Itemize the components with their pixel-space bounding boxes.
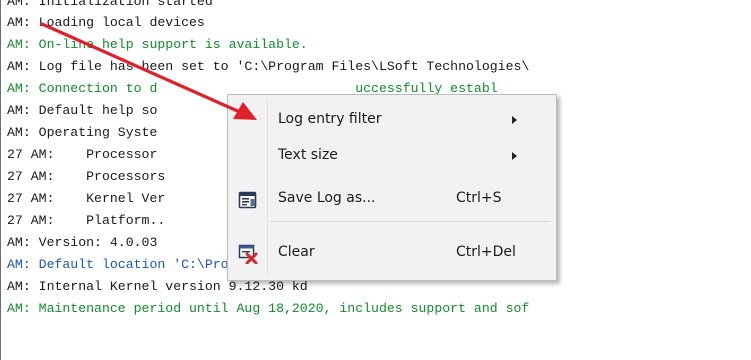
menu-item-label: Text size	[278, 147, 338, 163]
menu-item-text-size[interactable]: Text size	[230, 138, 554, 175]
menu-item-shortcut: Ctrl+Del	[456, 244, 516, 260]
log-line: AM: Maintenance period until Aug 18,2020…	[7, 301, 530, 316]
menu-separator	[270, 221, 550, 222]
menu-item-label: Save Log as...	[278, 190, 376, 206]
menu-item-clear[interactable]: Clear Ctrl+Del	[230, 235, 554, 272]
log-line: AM: Log file has been set to 'C:\Program…	[7, 59, 530, 74]
menu-item-label: Clear	[278, 244, 315, 260]
menu-item-label: Log entry filter	[278, 111, 382, 127]
log-context-menu: Log entry filter Text size Save Log as..…	[227, 94, 557, 281]
log-line: AM: Version: 4.0.03	[7, 235, 158, 250]
log-line: AM: On-line help support is available.	[7, 37, 308, 52]
save-log-icon	[238, 190, 258, 210]
submenu-arrow-icon	[512, 116, 517, 124]
submenu-arrow-icon	[512, 152, 517, 160]
menu-item-log-entry-filter[interactable]: Log entry filter	[230, 102, 554, 139]
menu-item-shortcut: Ctrl+S	[456, 190, 502, 206]
clear-log-icon	[238, 244, 258, 265]
log-line: AM: Loading local devices	[7, 15, 205, 30]
menu-item-save-log-as[interactable]: Save Log as... Ctrl+S	[230, 181, 554, 218]
